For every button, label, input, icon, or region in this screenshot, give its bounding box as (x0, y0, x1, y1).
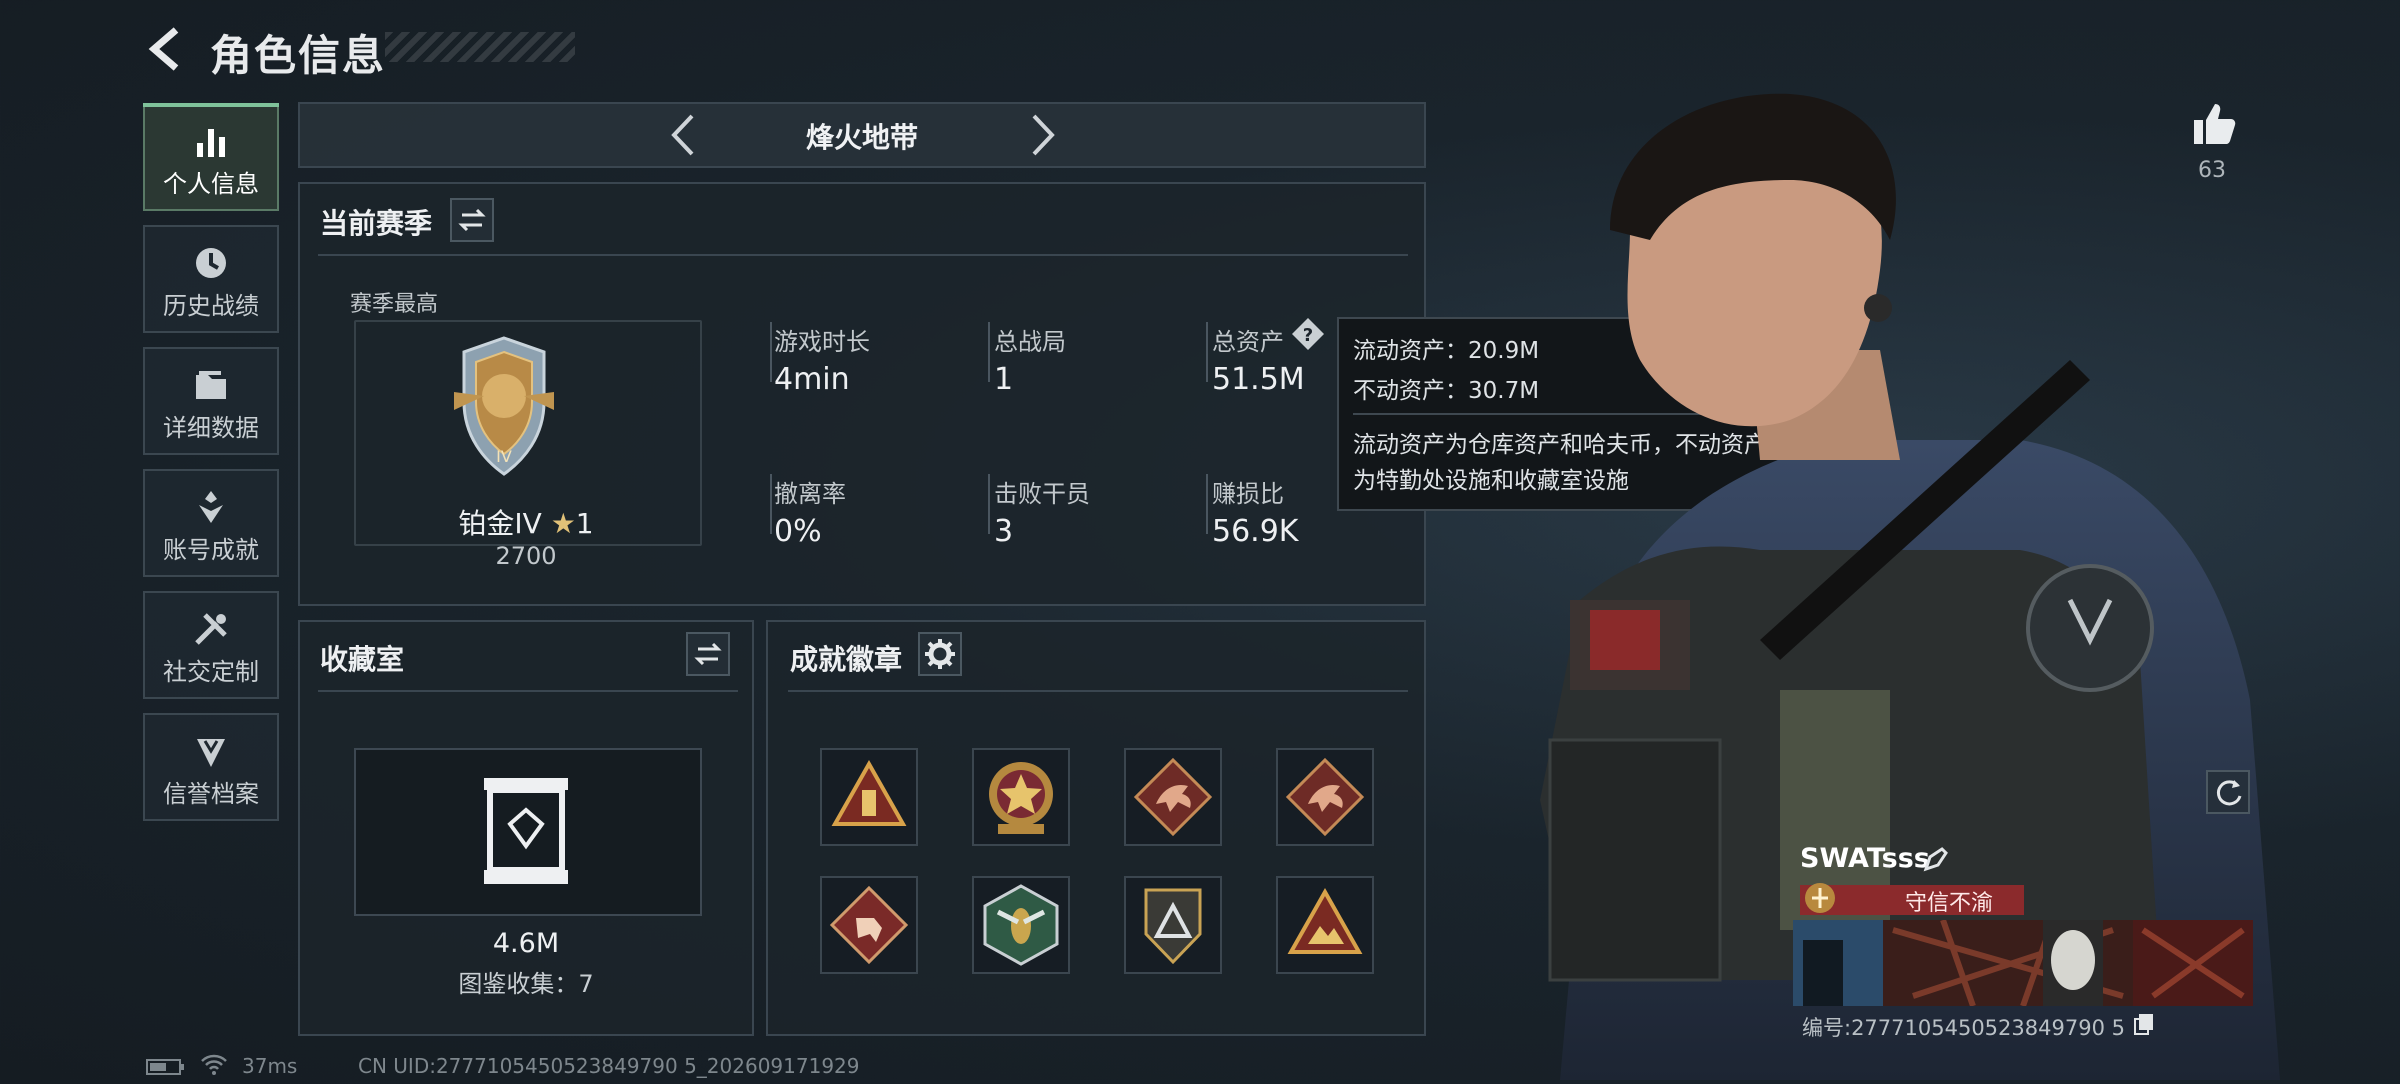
back-arrow-icon[interactable] (140, 24, 190, 74)
season-switch-button[interactable] (450, 198, 494, 242)
rank-stars: 1 (575, 507, 594, 540)
stat-bar (988, 322, 990, 382)
help-icon[interactable]: ? (1290, 316, 1326, 352)
badge-icon (191, 487, 231, 527)
rank-points: 2700 (495, 542, 557, 570)
header-decoration (385, 32, 575, 62)
player-name: SWATsss (1800, 843, 1930, 874)
stat-value: 1 (994, 362, 1014, 397)
achievement-badge[interactable] (972, 748, 1070, 846)
nav-label: 详细数据 (163, 414, 259, 442)
stat-bar (1206, 474, 1208, 534)
stat-label: 总资产 (1212, 328, 1284, 356)
achievement-badge[interactable] (1124, 876, 1222, 974)
player-title: 守信不渝 (1905, 891, 1994, 916)
footer-uid: CN UID:2777105450523849790 5_20260917192… (358, 1054, 860, 1078)
stat-label: 总战局 (994, 328, 1066, 356)
nav-item-history[interactable]: 历史战绩 (143, 225, 279, 333)
season-title: 当前赛季 (320, 207, 433, 240)
season-panel: 当前赛季 赛季最高 IV 铂金IV ★1 2700 游戏时长 4min 总战局 … (298, 182, 1426, 606)
stat-value: 4min (774, 362, 850, 397)
folder-icon (191, 365, 231, 405)
achievement-badge[interactable] (1276, 748, 1374, 846)
stat-value: 0% (774, 514, 822, 549)
next-mode-icon[interactable] (1016, 110, 1066, 160)
nav-label: 个人信息 (163, 170, 259, 198)
achievement-badge[interactable] (820, 748, 918, 846)
season-best-label: 赛季最高 (350, 292, 439, 317)
stat-label: 击败干员 (994, 480, 1090, 508)
player-uid: 编号:2777105450523849790 5 (1802, 1016, 2125, 1040)
stat-bar (770, 474, 772, 534)
stat-bar (988, 474, 990, 534)
achievements-panel: 成就徽章 (766, 620, 1426, 1036)
achievements-title: 成就徽章 (790, 643, 903, 676)
mode-selector: 烽火地带 (298, 102, 1426, 168)
stat-value: 51.5M (1212, 362, 1305, 397)
svg-text:IV: IV (496, 447, 512, 466)
stat-label: 游戏时长 (774, 328, 870, 356)
nav-label: 历史战绩 (163, 292, 259, 320)
battery-icon (146, 1058, 186, 1076)
stat-value: 3 (994, 514, 1014, 549)
rank-name-row: 铂金IV ★1 (356, 502, 696, 542)
achievement-badge[interactable] (1124, 748, 1222, 846)
collection-catalog: 图鉴收集：7 (458, 970, 594, 998)
bar-chart-icon (191, 121, 231, 161)
nav-label: 信誉档案 (163, 780, 259, 808)
title-emblem-icon (1802, 880, 1838, 916)
stat-bar (770, 322, 772, 382)
nav-item-social[interactable]: 社交定制 (143, 591, 279, 699)
nav-item-reputation[interactable]: 信誉档案 (143, 713, 279, 821)
copy-icon[interactable] (2132, 1012, 2156, 1036)
edit-name-icon[interactable] (1922, 845, 1950, 873)
player-banner (1793, 920, 2253, 1006)
stat-bar (1206, 322, 1208, 382)
display-case-icon (480, 776, 572, 888)
stat-label: 赚损比 (1212, 480, 1284, 508)
nav-item-profile[interactable]: 个人信息 (143, 103, 279, 211)
wifi-icon (200, 1052, 228, 1076)
ping-value: 37ms (242, 1054, 298, 1078)
svg-text:?: ? (1303, 325, 1313, 346)
achievements-divider (788, 690, 1408, 692)
stat-label: 撤离率 (774, 480, 846, 508)
collection-title: 收藏室 (320, 643, 405, 676)
season-divider (318, 254, 1408, 256)
clock-icon (191, 243, 231, 283)
nav-label: 账号成就 (163, 536, 259, 564)
refresh-icon[interactable] (2206, 770, 2250, 814)
achievements-settings-button[interactable] (918, 632, 962, 676)
stat-value: 56.9K (1212, 514, 1299, 549)
rank-name: 铂金IV (458, 507, 542, 540)
collection-divider (318, 690, 738, 692)
collection-value: 4.6M (492, 928, 560, 959)
page-title: 角色信息 (210, 31, 387, 80)
achievement-badge[interactable] (972, 876, 1070, 974)
nav-item-achievements[interactable]: 账号成就 (143, 469, 279, 577)
collection-panel: 收藏室 4.6M 图鉴收集：7 (298, 620, 754, 1036)
shield-icon (191, 731, 231, 771)
mode-name: 烽火地带 (805, 121, 918, 154)
tools-icon (191, 609, 231, 649)
rank-emblem-icon: IV (446, 334, 562, 484)
nav-item-details[interactable]: 详细数据 (143, 347, 279, 455)
collection-switch-button[interactable] (686, 632, 730, 676)
achievement-badge[interactable] (1276, 876, 1374, 974)
achievement-badge[interactable] (820, 876, 918, 974)
nav-label: 社交定制 (163, 658, 259, 686)
star-icon: ★ (550, 507, 576, 540)
